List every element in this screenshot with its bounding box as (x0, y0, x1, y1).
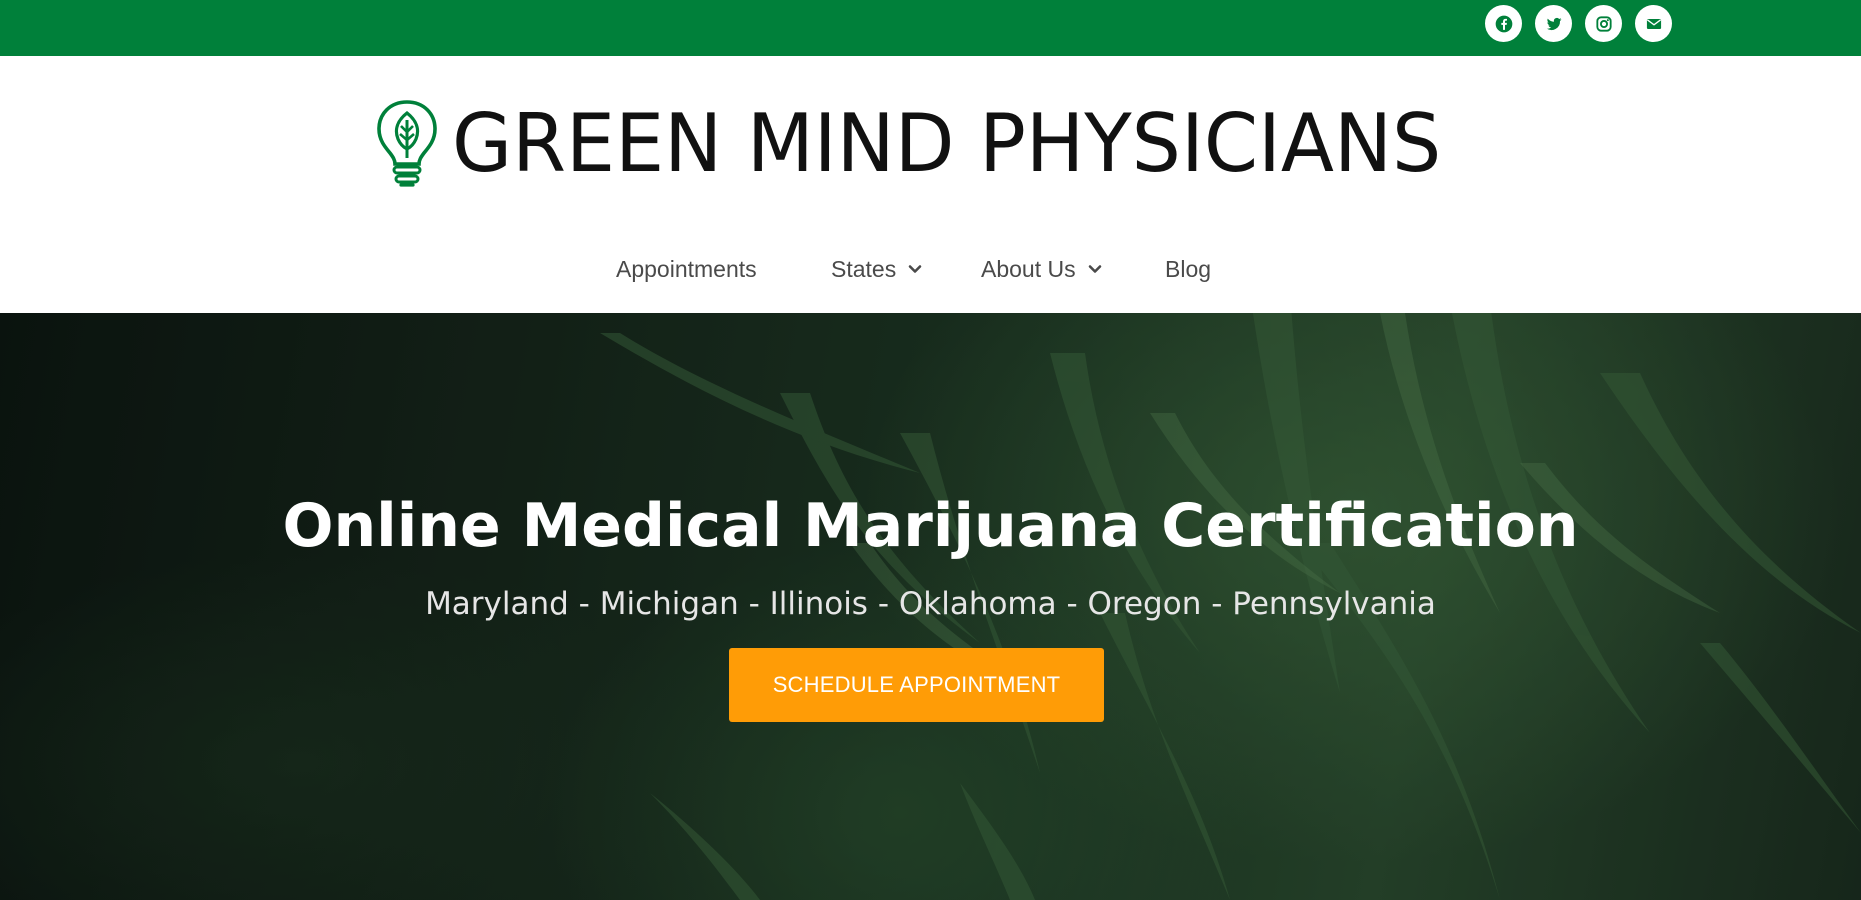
instagram-glyph (1595, 15, 1612, 32)
nav-item-label: States (831, 255, 897, 282)
instagram-icon[interactable] (1585, 5, 1622, 42)
hero-title: Online Medical Marijuana Certification (282, 491, 1579, 561)
twitter-icon[interactable] (1535, 5, 1572, 42)
nav-item-states[interactable]: States (831, 248, 922, 290)
site-logo[interactable]: GREEN MIND PHYSICIANS (374, 94, 1464, 194)
lightbulb-leaf-icon (377, 100, 437, 187)
nav-item-about-us[interactable]: About Us (981, 248, 1102, 290)
nav-item-blog[interactable]: Blog (1165, 248, 1211, 290)
nav-item-label: Blog (1165, 255, 1212, 282)
twitter-glyph (1546, 17, 1561, 30)
facebook-icon[interactable] (1485, 5, 1522, 42)
facebook-glyph (1495, 15, 1512, 32)
nav-item-label: About Us (981, 255, 1076, 282)
envelope-glyph (1646, 18, 1661, 29)
main-nav: Appointments States About Us Blog (0, 248, 1861, 290)
nav-item-appointments[interactable]: Appointments (616, 248, 757, 290)
envelope-icon[interactable] (1635, 5, 1672, 42)
hero-banner: Online Medical Marijuana Certification M… (0, 313, 1861, 900)
hero-subtitle: Maryland - Michigan - Illinois - Oklahom… (425, 586, 1436, 622)
chevron-down-icon (908, 265, 922, 273)
nav-item-label: Appointments (616, 255, 757, 282)
chevron-down-icon (1088, 265, 1101, 273)
top-bar (0, 0, 1861, 56)
logo-text: GREEN MIND PHYSICIANS (452, 97, 1442, 190)
schedule-appointment-button[interactable]: SCHEDULE APPOINTMENT (729, 648, 1104, 722)
